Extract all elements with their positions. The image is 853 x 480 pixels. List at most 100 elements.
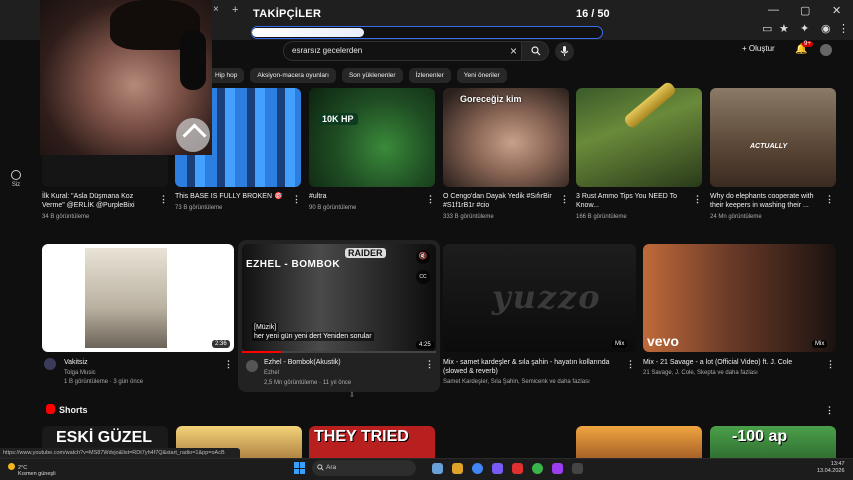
video-title[interactable]: Mix - 21 Savage - a lot (Official Video)…: [643, 358, 792, 367]
spotify-icon[interactable]: [532, 463, 543, 474]
search-value: esrarsız gecelerden: [292, 46, 363, 55]
account-avatar[interactable]: [820, 44, 832, 56]
clear-search-icon[interactable]: ×: [510, 44, 517, 58]
sidebar-item-you[interactable]: Siz: [6, 170, 26, 188]
new-tab-icon[interactable]: +: [232, 4, 238, 16]
video-thumbnail-5[interactable]: [576, 88, 702, 187]
channel-name[interactable]: Samet Kardeşler, Sıla Şahin, Semicenk ve…: [443, 378, 590, 386]
user-icon: [11, 170, 21, 180]
channel-name[interactable]: Tolga Music: [64, 369, 96, 377]
weather-widget[interactable]: 2°C Kısmen güneşli: [8, 463, 56, 477]
more-options-icon[interactable]: ⋮: [825, 194, 834, 205]
more-options-icon[interactable]: ⋮: [159, 194, 168, 205]
screen: × + — ▢ ✕ ▭ ★ ✦ ◉ ⋮ TAKİPÇİLER 16 / 50 e…: [0, 0, 853, 480]
video-title-line2[interactable]: Verme" @ERLİK @PurpleBixi: [42, 201, 135, 210]
shorts-label: Shorts: [59, 405, 88, 415]
video-title[interactable]: This BASE IS FULLY BROKEN 🎯: [175, 192, 283, 201]
chip-3[interactable]: İzlenenler: [408, 68, 451, 83]
video-thumbnail-3[interactable]: [309, 88, 435, 187]
bookmark-star-icon[interactable]: ★: [779, 22, 789, 35]
chrome-icon[interactable]: [472, 463, 483, 474]
extensions-icon[interactable]: ✦: [800, 22, 809, 35]
video-thumbnail-6[interactable]: [710, 88, 836, 187]
more-options-icon[interactable]: ⋮: [825, 405, 834, 416]
video-title[interactable]: #ultra: [309, 192, 327, 201]
chip-4[interactable]: Yeni öneriler: [456, 68, 507, 83]
more-options-icon[interactable]: ⋮: [425, 359, 434, 370]
file-explorer-icon[interactable]: [452, 463, 463, 474]
shorts-icon: [46, 404, 55, 414]
thumbnail-text: yuzzo: [492, 278, 602, 316]
taskbar-search-label: Ara: [326, 464, 337, 471]
thumbnail-text: EZHEL - BOMBOK: [246, 259, 341, 270]
follower-goal-count: 16 / 50: [576, 8, 610, 20]
video-title[interactable]: Mix - samet kardeşler & sıla şahin - hay…: [443, 358, 610, 367]
profile-icon[interactable]: ◉: [821, 22, 831, 35]
short-text: THEY TRIED: [314, 428, 409, 445]
video-title-line2[interactable]: their keepers in washing their ...: [710, 201, 809, 210]
expand-icon[interactable]: ⇩: [349, 392, 355, 400]
minimize-icon[interactable]: —: [768, 4, 779, 16]
chip-2[interactable]: Son yüklenenler: [341, 68, 403, 83]
more-options-icon[interactable]: ⋮: [693, 194, 702, 205]
task-view-icon[interactable]: [432, 463, 443, 474]
more-options-icon[interactable]: ⋮: [626, 359, 635, 370]
video-title[interactable]: Ezhel - Bombok(Akustik): [264, 358, 341, 367]
more-options-icon[interactable]: ⋮: [826, 359, 835, 370]
channel-avatar[interactable]: [44, 358, 56, 370]
create-label: Oluştur: [748, 44, 775, 53]
channel-avatar[interactable]: [246, 360, 258, 372]
search-button[interactable]: [521, 41, 549, 61]
windows-taskbar: [0, 458, 853, 480]
video-title-line2[interactable]: #S1f1rB1r #cio: [443, 201, 489, 210]
taskbar-search[interactable]: Ara: [312, 460, 416, 476]
caption-line-2: her yeni gün yeni dert Yeniden sorular: [252, 332, 374, 341]
more-options-icon[interactable]: ⋮: [426, 194, 435, 205]
more-options-icon[interactable]: ⋮: [224, 359, 233, 370]
thumbnail-text: ACTUALLY: [750, 143, 788, 150]
up-arrow-icon: [176, 118, 210, 152]
search-input[interactable]: esrarsız gecelerden ×: [283, 41, 525, 61]
twitch-icon[interactable]: [552, 463, 563, 474]
maximize-icon[interactable]: ▢: [800, 4, 810, 17]
discord-icon[interactable]: [492, 463, 503, 474]
plus-icon: +: [742, 44, 749, 53]
voice-search-button[interactable]: [555, 42, 574, 61]
more-options-icon[interactable]: ⋮: [560, 194, 569, 205]
taskbar-clock[interactable]: 13:47 13.04.2026: [817, 461, 845, 475]
channel-name[interactable]: Ezhel: [264, 369, 279, 377]
start-button[interactable]: [294, 462, 306, 474]
video-title-line2[interactable]: Know...: [576, 201, 599, 210]
preview-progress-bar[interactable]: [242, 351, 436, 353]
video-views: 2,5 Mn görüntüleme · 11 yıl önce: [264, 380, 352, 386]
video-title[interactable]: İlk Kural: "Asla Düşmana Koz: [42, 192, 133, 201]
short-text: -100 ap: [732, 428, 788, 445]
more-options-icon[interactable]: ⋮: [292, 194, 301, 205]
short-thumbnail-4[interactable]: [576, 426, 702, 462]
window-close-icon[interactable]: ✕: [832, 4, 841, 17]
app-icon[interactable]: [512, 463, 523, 474]
video-views: 73 B görüntüleme: [175, 205, 223, 211]
search-icon: [317, 464, 324, 471]
tab-close-icon[interactable]: ×: [213, 4, 219, 15]
video-views: 34 B görüntüleme: [42, 214, 90, 220]
chip-1[interactable]: Aksiyon-macera oyunları: [250, 68, 336, 83]
video-title-line2[interactable]: (slowed & reverb): [443, 367, 498, 376]
video-title[interactable]: O Cengo'dan Dayak Yedik #SıfırBir: [443, 192, 552, 201]
clock-time: 13:47: [830, 461, 845, 467]
chip-0[interactable]: Hip hop: [208, 68, 245, 83]
mute-icon[interactable]: 🔇: [416, 250, 430, 264]
create-button[interactable]: + Oluştur: [742, 44, 775, 53]
cast-icon[interactable]: ▭: [762, 22, 772, 35]
channel-name[interactable]: 21 Savage, J. Cole, Skepta ve daha fazla…: [643, 369, 758, 377]
app-icon[interactable]: [572, 463, 583, 474]
thumbnail-text: RAIDER: [345, 248, 386, 258]
video-title[interactable]: Why do elephants cooperate with: [710, 192, 814, 201]
album-art: [85, 248, 167, 348]
status-bar-url: https://www.youtube.com/watch?v=MS87Wdvj…: [0, 448, 240, 458]
headset-graphic: [180, 30, 206, 90]
video-title[interactable]: Vakitsiz: [64, 358, 88, 367]
browser-menu-icon[interactable]: ⋮: [838, 22, 849, 35]
captions-icon[interactable]: CC: [416, 270, 430, 284]
video-title[interactable]: 3 Rust Ammo Tips You NEED To: [576, 192, 677, 201]
